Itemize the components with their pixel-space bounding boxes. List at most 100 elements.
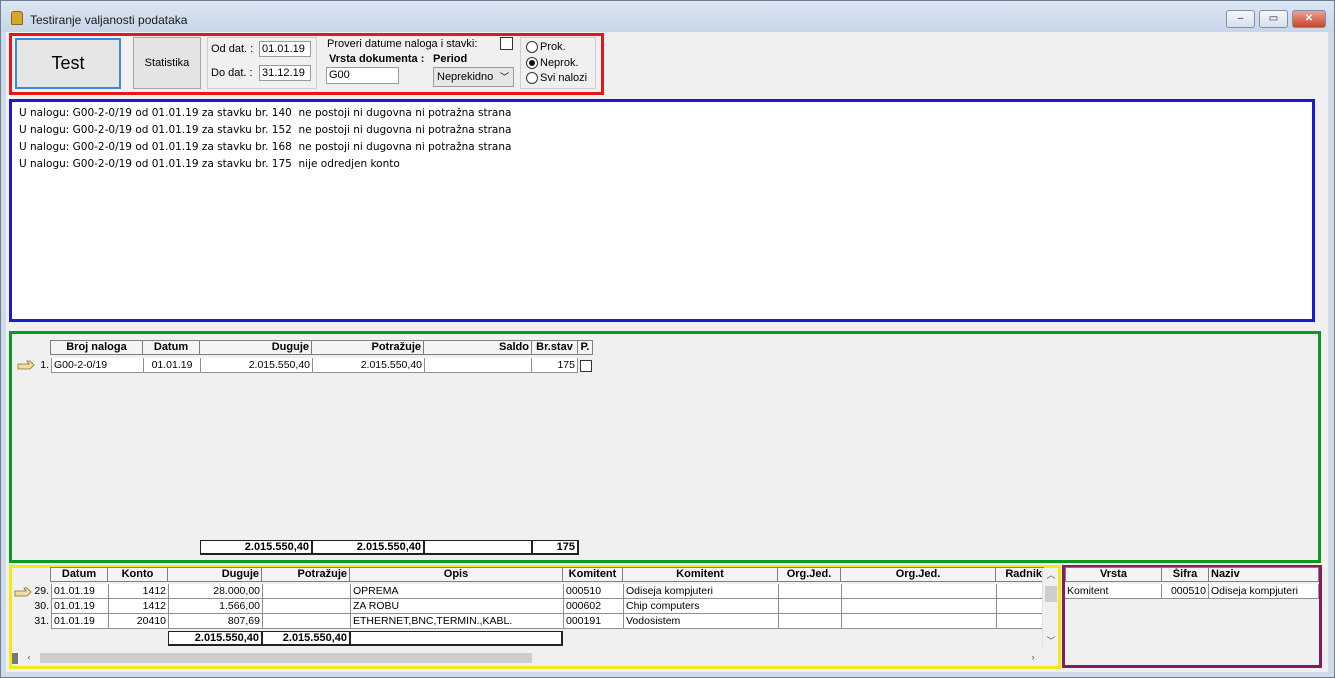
cell-datum[interactable]: 01.01.19 <box>144 358 201 373</box>
cell-duguje[interactable]: 28.000,00 <box>169 584 263 599</box>
scroll-down-icon[interactable]: ﹀ <box>1044 634 1058 647</box>
cell-potrazuje[interactable] <box>263 584 351 599</box>
restore-button[interactable]: ▭ <box>1259 10 1288 28</box>
col-potrazuje[interactable]: Potražuje <box>262 567 350 582</box>
cell-org-jed-naziv[interactable] <box>842 599 997 614</box>
do-dat-field[interactable]: 31.12.19 <box>259 65 311 81</box>
col-komitent-naziv[interactable]: Komitent <box>623 567 778 582</box>
window-title: Testiranje valjanosti podataka <box>30 13 188 27</box>
cell-datum[interactable]: 01.01.19 <box>51 614 109 629</box>
vertical-scrollbar[interactable]: ︿ ﹀ <box>1042 568 1058 648</box>
cell-org-jed-naziv[interactable] <box>842 584 997 599</box>
proveri-checkbox[interactable] <box>500 37 513 50</box>
vrsta-dokumenta-field[interactable]: G00 <box>326 67 399 84</box>
cell-komitent-sifra[interactable]: 000602 <box>564 599 624 614</box>
total-saldo <box>424 540 533 555</box>
od-dat-field[interactable]: 01.01.19 <box>259 41 311 57</box>
col-opis[interactable]: Opis <box>350 567 563 582</box>
cell-komitent-sifra[interactable]: 000510 <box>564 584 624 599</box>
cell-konto[interactable]: 1412 <box>109 584 169 599</box>
cell-konto[interactable]: 20410 <box>109 614 169 629</box>
cell-radnik[interactable] <box>997 584 1044 599</box>
minimize-button[interactable]: – <box>1226 10 1255 28</box>
col-duguje[interactable]: Duguje <box>168 567 262 582</box>
cell-opis[interactable]: OPREMA <box>351 584 564 599</box>
radio-svi-nalozi[interactable] <box>526 72 538 84</box>
cell-potrazuje[interactable]: 2.015.550,40 <box>313 358 425 373</box>
radio-neprok[interactable] <box>526 57 538 69</box>
toolbar-panel: Test Statistika Od dat. : 01.01.19 Do da… <box>9 33 604 95</box>
cell-radnik[interactable] <box>997 599 1044 614</box>
log-line: U nalogu: G00-2-0/19 od 01.01.19 za stav… <box>19 158 400 170</box>
scroll-up-icon[interactable]: ︿ <box>1044 568 1058 581</box>
log-line: U nalogu: G00-2-0/19 od 01.01.19 za stav… <box>19 124 512 136</box>
cell-org-jed-naziv[interactable] <box>842 614 997 629</box>
scroll-right-icon[interactable]: › <box>1026 652 1040 662</box>
statistika-button[interactable]: Statistika <box>133 37 201 89</box>
row-number: 30. <box>34 600 49 612</box>
col-br-stav[interactable]: Br.stav <box>532 340 578 355</box>
col-broj-naloga[interactable]: Broj naloga <box>50 340 143 355</box>
cell-saldo[interactable] <box>425 358 532 373</box>
total-potrazuje: 2.015.550,40 <box>312 540 425 555</box>
cell-opis[interactable]: ETHERNET,BNC,TERMIN.,KABL. <box>351 614 564 629</box>
test-button[interactable]: Test <box>15 38 121 89</box>
cell-potrazuje[interactable] <box>263 599 351 614</box>
row-number: 31. <box>34 615 49 627</box>
period-select[interactable]: Neprekidno ﹀ <box>433 67 514 87</box>
cell-komitent-naziv[interactable]: Vodosistem <box>624 614 779 629</box>
cell-opis[interactable]: ZA ROBU <box>351 599 564 614</box>
col-datum[interactable]: Datum <box>50 567 108 582</box>
cell-komitent-naziv[interactable]: Chip computers <box>624 599 779 614</box>
radio-prok[interactable] <box>526 41 538 53</box>
col-org-jed[interactable]: Org.Jed. <box>778 567 841 582</box>
cell-komitent-sifra[interactable]: 000191 <box>564 614 624 629</box>
col-datum[interactable]: Datum <box>143 340 200 355</box>
radio-prok-label: Prok. <box>540 41 566 53</box>
cell-duguje[interactable]: 807,69 <box>169 614 263 629</box>
cell-org-jed[interactable] <box>779 599 842 614</box>
cell-vrsta[interactable]: Komitent <box>1065 584 1162 599</box>
close-button[interactable]: ✕ <box>1292 10 1326 28</box>
col-naziv[interactable]: Naziv <box>1209 567 1319 582</box>
proveri-label: Proveri datume naloga i stavki: <box>327 38 478 50</box>
cell-p-checkbox[interactable] <box>580 360 592 372</box>
cell-br-stav[interactable]: 175 <box>532 358 578 373</box>
col-konto[interactable]: Konto <box>108 567 168 582</box>
col-p[interactable]: P. <box>578 340 593 355</box>
cell-naziv[interactable]: Odiseja kompjuteri <box>1209 584 1319 599</box>
col-vrsta[interactable]: Vrsta <box>1065 567 1162 582</box>
cell-duguje[interactable]: 2.015.550,40 <box>201 358 313 373</box>
cell-datum[interactable]: 01.01.19 <box>51 584 109 599</box>
row-number: 1. <box>40 359 49 371</box>
scrollbar-thumb[interactable] <box>1045 586 1057 602</box>
scroll-indicator <box>12 653 18 664</box>
col-radnik[interactable]: Radnik <box>996 567 1044 582</box>
radio-neprok-label: Neprok. <box>540 57 579 69</box>
cell-broj-naloga[interactable]: G00-2-0/19 <box>51 358 144 373</box>
cell-konto[interactable]: 1412 <box>109 599 169 614</box>
cell-potrazuje[interactable] <box>263 614 351 629</box>
cell-datum[interactable]: 01.01.19 <box>51 599 109 614</box>
scrollbar-thumb[interactable] <box>40 653 532 663</box>
col-saldo[interactable]: Saldo <box>424 340 532 355</box>
scroll-left-icon[interactable]: ‹ <box>22 652 36 662</box>
cell-radnik[interactable] <box>997 614 1044 629</box>
col-potrazuje[interactable]: Potražuje <box>312 340 424 355</box>
cell-komitent-naziv[interactable]: Odiseja kompjuteri <box>624 584 779 599</box>
col-duguje[interactable]: Duguje <box>200 340 312 355</box>
cell-sifra[interactable]: 000510 <box>1162 584 1209 599</box>
col-sifra[interactable]: Šifra <box>1162 567 1209 582</box>
log-textarea[interactable]: U nalogu: G00-2-0/19 od 01.01.19 za stav… <box>12 102 1312 319</box>
col-komitent-sifra[interactable]: Komitent <box>563 567 623 582</box>
app-window: Testiranje valjanosti podataka – ▭ ✕ Tes… <box>0 0 1335 678</box>
total-duguje: 2.015.550,40 <box>168 631 263 646</box>
col-org-jed-naziv[interactable]: Org.Jed. <box>841 567 996 582</box>
cell-org-jed[interactable] <box>779 584 842 599</box>
horizontal-scrollbar[interactable]: ‹ › <box>12 650 1042 666</box>
period-label: Period <box>433 53 468 65</box>
cell-duguje[interactable]: 1.566,00 <box>169 599 263 614</box>
row-number: 29. <box>34 585 49 597</box>
cell-org-jed[interactable] <box>779 614 842 629</box>
total-duguje: 2.015.550,40 <box>200 540 313 555</box>
